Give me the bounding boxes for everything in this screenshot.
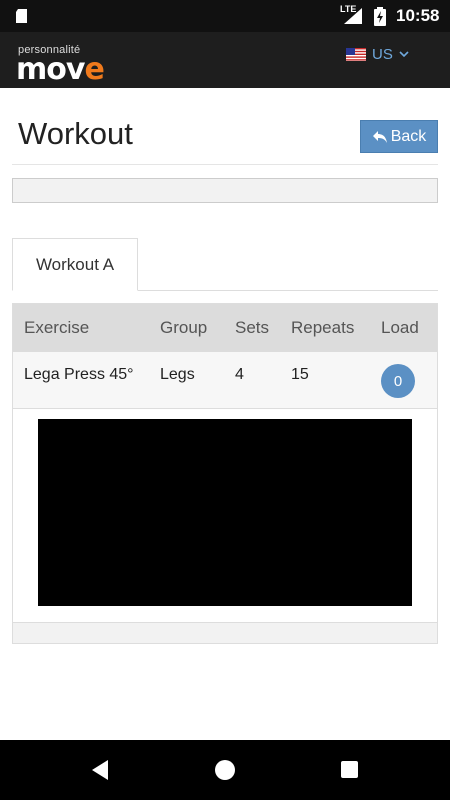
column-header-exercise: Exercise — [24, 318, 90, 337]
cell-group: Legs — [160, 366, 195, 383]
navigation-bar — [0, 740, 450, 800]
load-value: 0 — [393, 372, 403, 390]
status-bar: LTE 10:58 — [0, 0, 450, 32]
table-header: Exercise Group Sets Repeats Load — [13, 304, 437, 352]
logo-wordmark: move — [16, 52, 105, 87]
column-header-group: Group — [160, 318, 208, 337]
tab-workout-a[interactable]: Workout A — [12, 238, 138, 291]
cell-sets: 4 — [235, 366, 244, 383]
signal-icon — [344, 8, 362, 24]
sd-card-icon — [16, 9, 27, 23]
workout-tabs: Workout A — [12, 238, 438, 291]
page-title: Workout — [18, 116, 133, 151]
battery-icon — [374, 7, 386, 26]
exercise-video-container — [13, 409, 437, 623]
brand-logo[interactable]: personnalité move — [16, 44, 126, 87]
us-flag-icon — [346, 48, 366, 61]
cell-repeats: 15 — [291, 366, 309, 383]
language-selector[interactable]: US — [346, 46, 409, 63]
load-badge-button[interactable]: 0 — [381, 364, 415, 398]
clock: 10:58 — [396, 6, 440, 25]
back-button-label: Back — [390, 127, 427, 145]
table-row[interactable]: Lega Press 45° Legs 4 15 0 — [13, 352, 437, 409]
column-header-repeats: Repeats — [291, 318, 355, 337]
exercise-video-player[interactable] — [38, 419, 412, 606]
tab-label: Workout A — [35, 254, 115, 274]
back-button[interactable]: Back — [360, 120, 438, 153]
nav-home-icon[interactable] — [215, 760, 235, 780]
nav-back-icon[interactable] — [90, 759, 110, 781]
table-footer — [13, 623, 437, 643]
reply-arrow-icon — [372, 130, 387, 143]
nav-recent-apps-icon[interactable] — [341, 761, 358, 778]
chevron-down-icon — [399, 51, 409, 58]
language-label: US — [372, 46, 393, 63]
exercise-table: Exercise Group Sets Repeats Load Lega Pr… — [12, 303, 438, 644]
cell-exercise: Lega Press 45° — [24, 366, 134, 383]
header-divider — [12, 164, 438, 165]
column-header-sets: Sets — [235, 318, 270, 337]
progress-bar — [12, 178, 438, 203]
app-header: personnalité move US — [0, 32, 450, 88]
column-header-load: Load — [381, 318, 419, 337]
